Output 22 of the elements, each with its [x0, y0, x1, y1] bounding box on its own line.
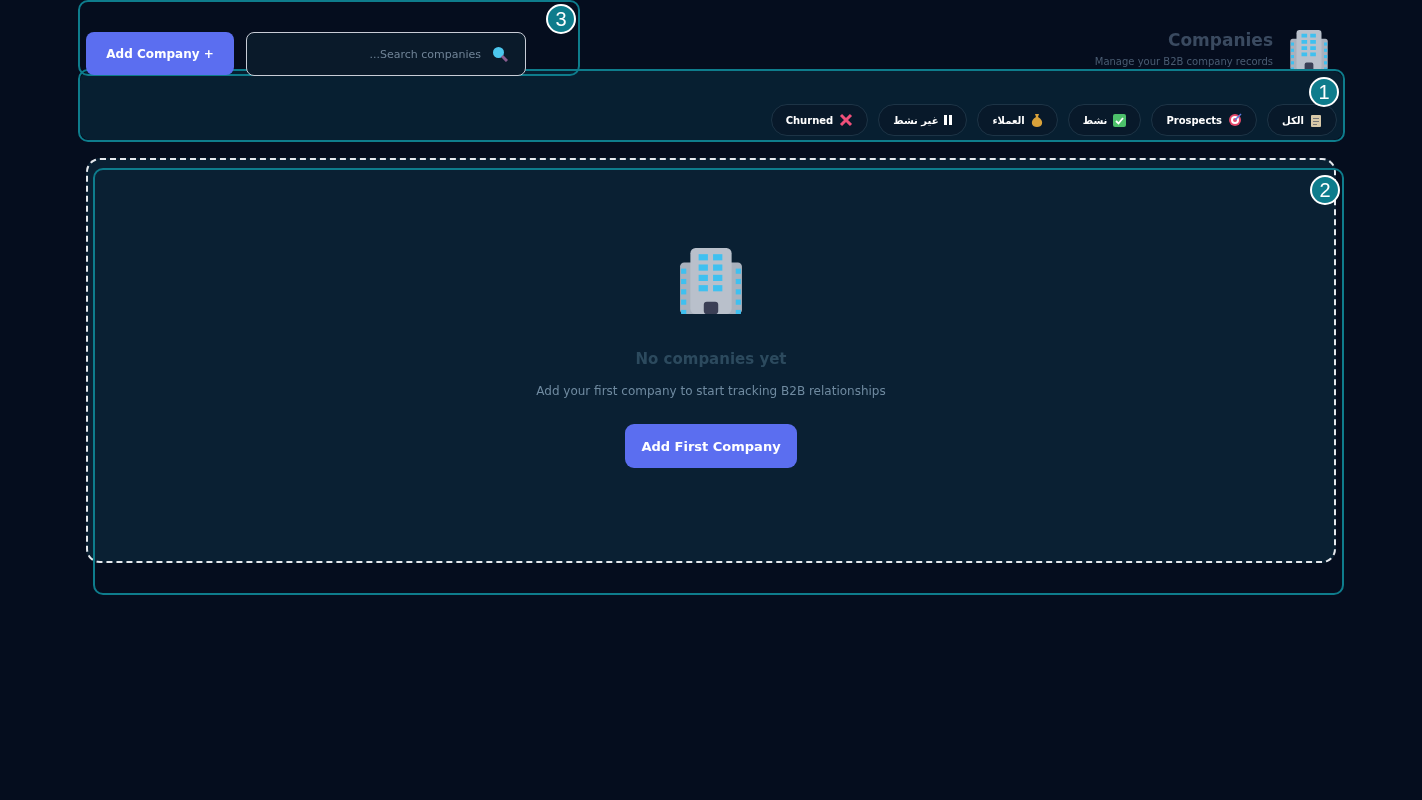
cross-icon [839, 113, 854, 127]
add-first-company-button[interactable]: Add First Company [625, 424, 797, 468]
filter-chip[interactable]: العملاء [977, 104, 1058, 136]
add-company-button[interactable]: Add Company + [86, 32, 234, 75]
empty-state-message: Add your first company to start tracking B2B relationships [536, 384, 886, 398]
money-bag-icon [1030, 113, 1043, 127]
target-icon [1228, 113, 1243, 127]
search-icon [492, 46, 508, 62]
pause-icon [944, 115, 953, 125]
filter-chip[interactable]: Prospects [1151, 104, 1258, 136]
filter-chip[interactable]: Churned [770, 104, 869, 136]
building-icon [678, 248, 744, 314]
building-icon [1289, 30, 1329, 70]
annotation-number: 3 [546, 4, 576, 34]
search-field[interactable]: Search companies... [246, 32, 526, 76]
clipboard-icon [1310, 113, 1322, 127]
page-title: Companies [1167, 30, 1273, 50]
filter-chip[interactable]: نشط [1067, 104, 1142, 136]
checkmark-icon [1113, 113, 1127, 127]
filter-chip[interactable]: الكل [1267, 104, 1337, 136]
page-subtitle: Manage your B2B company records [1094, 56, 1273, 67]
filter-chip[interactable]: غير نشط [878, 104, 968, 136]
